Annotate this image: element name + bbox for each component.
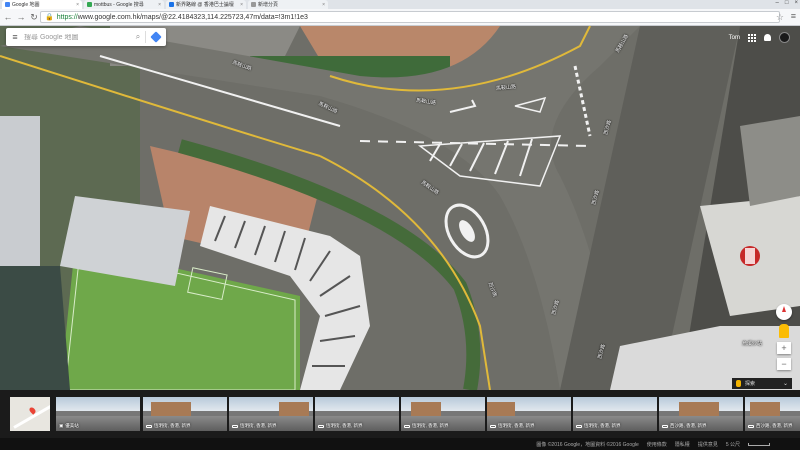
explore-label: 探索 bbox=[745, 381, 756, 387]
photo-caption: 恆明街, 香港, 新界 bbox=[318, 423, 363, 429]
photo-thumbnail[interactable]: 恆明街, 香港, 新界 bbox=[487, 397, 571, 431]
map-imagery bbox=[0, 26, 800, 390]
feedback-link[interactable]: 提供意見 bbox=[698, 441, 718, 448]
close-tab-icon[interactable]: × bbox=[76, 2, 79, 8]
browser-tab-maps[interactable]: Google 地圖 × bbox=[2, 0, 82, 9]
explore-toggle[interactable]: 探索 ⌄ bbox=[732, 378, 792, 389]
street-view-icon bbox=[662, 424, 668, 428]
page-favicon-icon bbox=[251, 2, 256, 7]
street-view-icon bbox=[146, 424, 152, 428]
imagery-attribution: 圖像 ©2016 Google，地圖資料 ©2016 Google bbox=[536, 441, 639, 448]
account-area: Tom bbox=[729, 32, 790, 43]
close-tab-icon[interactable]: × bbox=[240, 2, 243, 8]
zoom-out-button[interactable]: − bbox=[777, 358, 791, 370]
close-tab-icon[interactable]: × bbox=[158, 2, 161, 8]
forward-icon[interactable]: → bbox=[16, 12, 26, 22]
browser-tab-search[interactable]: mottbus - Google 搜尋 × bbox=[84, 0, 164, 9]
avatar[interactable] bbox=[779, 32, 790, 43]
map-search-box: ≡ ⌕ bbox=[6, 28, 166, 46]
photo-caption: 恆明街, 香港, 新界 bbox=[576, 423, 621, 429]
close-tab-icon[interactable]: × bbox=[322, 2, 325, 8]
photo-thumbnail[interactable]: 西沙路, 香港, 新界 bbox=[745, 397, 800, 431]
street-view-icon bbox=[748, 424, 754, 428]
browser-toolbar: ← → ↻ 🔒 https:// www.google.com.hk/maps/… bbox=[0, 9, 800, 26]
street-view-icon bbox=[404, 424, 410, 428]
reload-icon[interactable]: ↻ bbox=[29, 12, 39, 22]
street-view-icon bbox=[232, 424, 238, 428]
scale-bar bbox=[748, 442, 770, 446]
street-view-icon bbox=[576, 424, 582, 428]
directions-icon bbox=[150, 31, 162, 43]
tab-title: Google 地圖 bbox=[12, 2, 40, 8]
back-icon[interactable]: ← bbox=[3, 12, 13, 22]
browser-tab-forum[interactable]: 新界路線 @ 香港巴士論壇 × bbox=[166, 0, 246, 9]
camera-icon: ▣ bbox=[59, 423, 64, 428]
minimize-icon[interactable]: – bbox=[776, 0, 779, 6]
photo-caption: 恆明街, 香港, 新界 bbox=[232, 423, 277, 429]
photo-thumbnail[interactable]: 恆明街, 香港, 新界 bbox=[401, 397, 485, 431]
menu-icon[interactable]: ≡ bbox=[6, 32, 24, 42]
photo-caption: 西沙路, 香港, 新界 bbox=[748, 423, 793, 429]
tab-title: mottbus - Google 搜尋 bbox=[94, 2, 144, 8]
street-view-icon bbox=[318, 424, 324, 428]
photo-thumbnail[interactable]: 恆明街, 香港, 新界 bbox=[229, 397, 313, 431]
window-controls: – □ × bbox=[776, 0, 798, 6]
bookmark-star-icon[interactable]: ☆ bbox=[776, 12, 784, 23]
station-label[interactable]: 烏溪沙站 bbox=[742, 340, 762, 347]
photo-caption: ▣ 優美站 bbox=[59, 423, 79, 428]
notifications-icon[interactable] bbox=[764, 34, 771, 41]
photo-thumbnail[interactable]: 恆明街, 香港, 新界 bbox=[315, 397, 399, 431]
forum-favicon-icon bbox=[169, 2, 174, 7]
zoom-in-button[interactable]: + bbox=[777, 342, 791, 354]
search-icon[interactable]: ⌕ bbox=[131, 32, 145, 42]
photo-caption: 西沙路, 香港, 新界 bbox=[662, 423, 707, 429]
tab-title: 新增分頁 bbox=[258, 2, 279, 8]
satellite-map[interactable]: ≡ ⌕ Tom 馬鞍山路 馬鞍山路 馬鞍山路 馬鞍山路 馬鞍山路 馬鞍山路 西沙… bbox=[0, 26, 800, 390]
browser-menu-icon[interactable]: ≡ bbox=[791, 11, 796, 21]
map-footer: 圖像 ©2016 Google，地圖資料 ©2016 Google 使用條款 隱… bbox=[0, 438, 800, 450]
apps-grid-icon[interactable] bbox=[748, 33, 756, 42]
maximize-icon[interactable]: □ bbox=[785, 0, 789, 6]
photo-thumbnail[interactable]: ▣ 優美站 bbox=[56, 397, 140, 431]
photo-caption: 恆明街, 香港, 新界 bbox=[404, 423, 449, 429]
close-window-icon[interactable]: × bbox=[794, 0, 798, 6]
photo-thumbnail[interactable]: 恆明街, 香港, 新界 bbox=[143, 397, 227, 431]
chevron-down-icon: ⌄ bbox=[782, 381, 788, 387]
scale-label[interactable]: 5 公尺 bbox=[726, 441, 740, 448]
url-scheme: https:// bbox=[56, 13, 78, 21]
photo-strip: ▣ 優美站 恆明街, 香港, 新界 恆明街, 香港, 新界 恆明街, 香港, 新界… bbox=[0, 390, 800, 438]
terms-link[interactable]: 使用條款 bbox=[647, 441, 667, 448]
lock-icon: 🔒 bbox=[45, 14, 54, 21]
tab-title: 新界路線 @ 香港巴士論壇 bbox=[176, 2, 234, 8]
photo-caption: 恆明街, 香港, 新界 bbox=[490, 423, 535, 429]
compass-icon[interactable] bbox=[776, 304, 792, 320]
url-text: www.google.com.hk/maps/@22.4184323,114.2… bbox=[77, 13, 308, 21]
google-maps-favicon-icon bbox=[5, 2, 10, 7]
account-name[interactable]: Tom bbox=[729, 35, 740, 41]
street-view-icon bbox=[490, 424, 496, 428]
photo-thumbnail[interactable]: 西沙路, 香港, 新界 bbox=[659, 397, 743, 431]
address-bar[interactable]: 🔒 https:// www.google.com.hk/maps/@22.41… bbox=[40, 11, 780, 23]
photo-caption: 恆明街, 香港, 新界 bbox=[146, 423, 191, 429]
map-thumbnail[interactable] bbox=[10, 397, 50, 431]
pegman-icon[interactable] bbox=[779, 324, 789, 338]
privacy-link[interactable]: 隱私權 bbox=[675, 441, 690, 448]
pegman-icon bbox=[736, 380, 741, 387]
browser-tab-newtab[interactable]: 新增分頁 × bbox=[248, 0, 328, 9]
directions-button[interactable] bbox=[146, 28, 166, 46]
search-input[interactable] bbox=[24, 33, 131, 41]
google-favicon-icon bbox=[87, 2, 92, 7]
map-controls: + − bbox=[776, 304, 792, 370]
photo-thumbnail[interactable]: 恆明街, 香港, 新界 bbox=[573, 397, 657, 431]
browser-tab-bar: Google 地圖 × mottbus - Google 搜尋 × 新界路線 @… bbox=[0, 0, 800, 9]
